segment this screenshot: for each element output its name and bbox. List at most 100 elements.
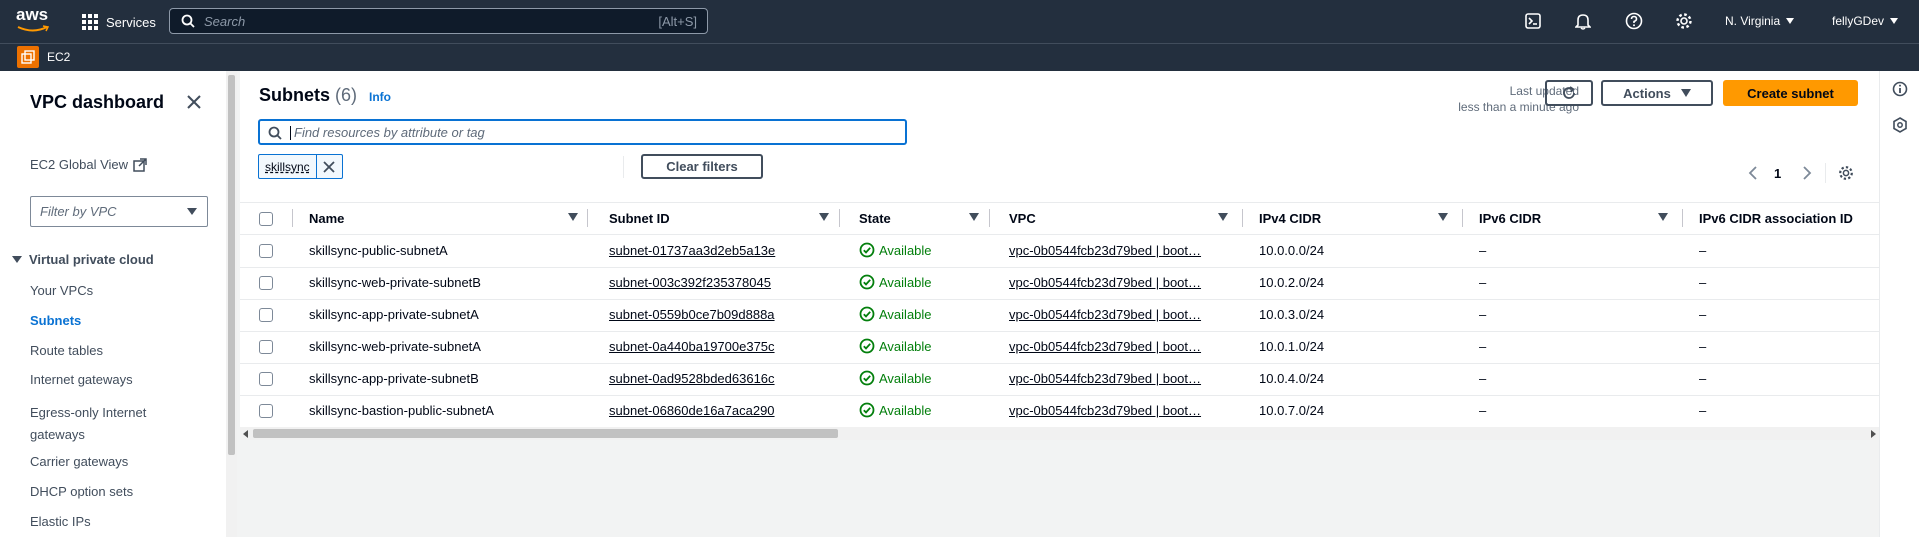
row-checkbox[interactable]	[259, 276, 273, 290]
resource-hexagon-icon[interactable]	[1892, 117, 1908, 133]
search-placeholder: Search	[204, 14, 246, 29]
row-vpc-link[interactable]: vpc-0b0544fcb23d79bed | boot…	[1009, 275, 1235, 290]
row-state: Available	[859, 402, 932, 418]
table-preferences-gear-icon[interactable]	[1838, 165, 1854, 181]
sidebar-item-your-vpcs[interactable]: Your VPCs	[30, 283, 93, 298]
global-search-input[interactable]: Search [Alt+S]	[169, 8, 708, 34]
filter-token-label[interactable]: skillsync	[259, 155, 316, 178]
column-divider	[839, 209, 840, 227]
sort-icon[interactable]	[1658, 213, 1668, 221]
sort-icon[interactable]	[568, 213, 578, 221]
column-header-ipv6-cidr[interactable]: IPv6 CIDR	[1479, 211, 1541, 226]
sidebar-item-egress-only-internet-gateways[interactable]: Egress-only Internet gateways	[30, 402, 180, 446]
sidebar-item-internet-gateways[interactable]: Internet gateways	[30, 372, 133, 387]
row-state: Available	[859, 306, 932, 322]
sidebar-title[interactable]: VPC dashboard	[30, 92, 164, 113]
row-checkbox[interactable]	[259, 244, 273, 258]
sidebar-item-elastic-ips[interactable]: Elastic IPs	[30, 514, 91, 529]
cloudshell-icon[interactable]	[1525, 13, 1541, 29]
table-row[interactable]: skillsync-public-subnetA subnet-01737aa3…	[240, 235, 1879, 267]
scrollbar-thumb[interactable]	[253, 429, 838, 438]
table-row[interactable]: skillsync-web-private-subnetA subnet-0a4…	[240, 331, 1879, 363]
sidebar-item-dhcp-option-sets[interactable]: DHCP option sets	[30, 484, 133, 499]
row-vpc-link[interactable]: vpc-0b0544fcb23d79bed | boot…	[1009, 339, 1235, 354]
ec2-shortcut[interactable]: EC2	[17, 46, 70, 68]
status-success-icon	[859, 274, 875, 290]
row-name: skillsync-public-subnetA	[309, 243, 448, 258]
services-menu-button[interactable]: Services	[82, 12, 156, 32]
sidebar-item-carrier-gateways[interactable]: Carrier gateways	[30, 454, 128, 469]
column-header-state[interactable]: State	[859, 211, 891, 226]
page-number[interactable]: 1	[1774, 166, 1781, 181]
row-ipv6-association-id: –	[1699, 403, 1707, 418]
ec2-label: EC2	[47, 50, 71, 64]
row-checkbox[interactable]	[259, 372, 273, 386]
account-menu[interactable]: fellyGDev	[1832, 14, 1899, 28]
row-subnet-id-link[interactable]: subnet-01737aa3d2eb5a13e	[609, 243, 831, 258]
select-all-checkbox[interactable]	[259, 212, 273, 226]
row-vpc-link[interactable]: vpc-0b0544fcb23d79bed | boot…	[1009, 243, 1235, 258]
sidebar-scrollbar[interactable]	[226, 71, 237, 537]
info-link[interactable]: Info	[369, 90, 391, 104]
table-empty-area	[240, 440, 1879, 537]
region-label: N. Virginia	[1725, 14, 1781, 28]
remove-filter-icon[interactable]	[315, 155, 342, 178]
create-subnet-button[interactable]: Create subnet	[1723, 80, 1858, 106]
row-vpc-link[interactable]: vpc-0b0544fcb23d79bed | boot…	[1009, 307, 1235, 322]
table-row[interactable]: skillsync-web-private-subnetB subnet-003…	[240, 267, 1879, 299]
table-row[interactable]: skillsync-app-private-subnetB subnet-0ad…	[240, 363, 1879, 395]
row-subnet-id-link[interactable]: subnet-003c392f235378045	[609, 275, 831, 290]
table-row[interactable]: skillsync-app-private-subnetA subnet-055…	[240, 299, 1879, 331]
aws-logo[interactable]: aws	[16, 6, 52, 34]
state-label: Available	[879, 402, 932, 418]
sort-icon[interactable]	[1218, 213, 1228, 221]
region-selector[interactable]: N. Virginia	[1725, 14, 1795, 28]
vpc-filter-select[interactable]: Filter by VPC	[30, 196, 208, 227]
table-horizontal-scrollbar[interactable]	[240, 427, 1879, 440]
column-header-subnet-id[interactable]: Subnet ID	[609, 211, 670, 226]
row-subnet-id-link[interactable]: subnet-06860de16a7aca290	[609, 403, 831, 418]
help-icon[interactable]	[1625, 12, 1643, 30]
row-checkbox[interactable]	[259, 340, 273, 354]
info-panel-icon[interactable]	[1892, 81, 1908, 97]
sidebar-scrollbar-thumb[interactable]	[228, 75, 235, 455]
column-header-ipv6-cidr-association-id[interactable]: IPv6 CIDR association ID	[1699, 211, 1853, 226]
close-icon[interactable]	[186, 94, 202, 110]
previous-page-icon[interactable]	[1746, 165, 1760, 181]
state-label: Available	[879, 274, 932, 290]
sidebar-item-route-tables[interactable]: Route tables	[30, 343, 103, 358]
actions-dropdown-button[interactable]: Actions	[1601, 80, 1713, 106]
section-virtual-private-cloud[interactable]: Virtual private cloud	[12, 252, 154, 267]
global-view-link[interactable]: EC2 Global View	[30, 157, 147, 172]
scroll-right-arrow-icon[interactable]	[1871, 430, 1876, 438]
sort-icon[interactable]	[819, 213, 829, 221]
row-subnet-id-link[interactable]: subnet-0a440ba19700e375c	[609, 339, 831, 354]
filter-placeholder: Find resources by attribute or tag	[294, 125, 485, 140]
ec2-service-icon	[17, 46, 39, 68]
table-row[interactable]: skillsync-bastion-public-subnetA subnet-…	[240, 395, 1879, 427]
next-page-icon[interactable]	[1800, 165, 1814, 181]
row-checkbox[interactable]	[259, 404, 273, 418]
settings-gear-icon[interactable]	[1675, 12, 1693, 30]
row-checkbox[interactable]	[259, 308, 273, 322]
refresh-button[interactable]	[1545, 80, 1593, 106]
column-header-ipv4-cidr[interactable]: IPv4 CIDR	[1259, 211, 1321, 226]
column-header-vpc[interactable]: VPC	[1009, 211, 1036, 226]
status-success-icon	[859, 370, 875, 386]
scroll-left-arrow-icon[interactable]	[243, 430, 248, 438]
notifications-bell-icon[interactable]	[1575, 12, 1591, 30]
sidebar-item-subnets[interactable]: Subnets	[30, 313, 81, 328]
column-header-name[interactable]: Name	[309, 211, 344, 226]
row-vpc-link[interactable]: vpc-0b0544fcb23d79bed | boot…	[1009, 403, 1235, 418]
state-label: Available	[879, 306, 932, 322]
row-subnet-id-link[interactable]: subnet-0559b0ce7b09d888a	[609, 307, 831, 322]
row-ipv6-cidr: –	[1479, 307, 1487, 322]
sort-icon[interactable]	[969, 213, 979, 221]
property-filter-input[interactable]: Find resources by attribute or tag	[258, 119, 907, 145]
row-vpc-link[interactable]: vpc-0b0544fcb23d79bed | boot…	[1009, 371, 1235, 386]
clear-filters-button[interactable]: Clear filters	[641, 154, 763, 179]
sort-icon[interactable]	[1438, 213, 1448, 221]
row-subnet-id-link[interactable]: subnet-0ad9528bded63616c	[609, 371, 831, 386]
refresh-icon	[1563, 86, 1575, 99]
external-link-icon	[133, 157, 147, 172]
